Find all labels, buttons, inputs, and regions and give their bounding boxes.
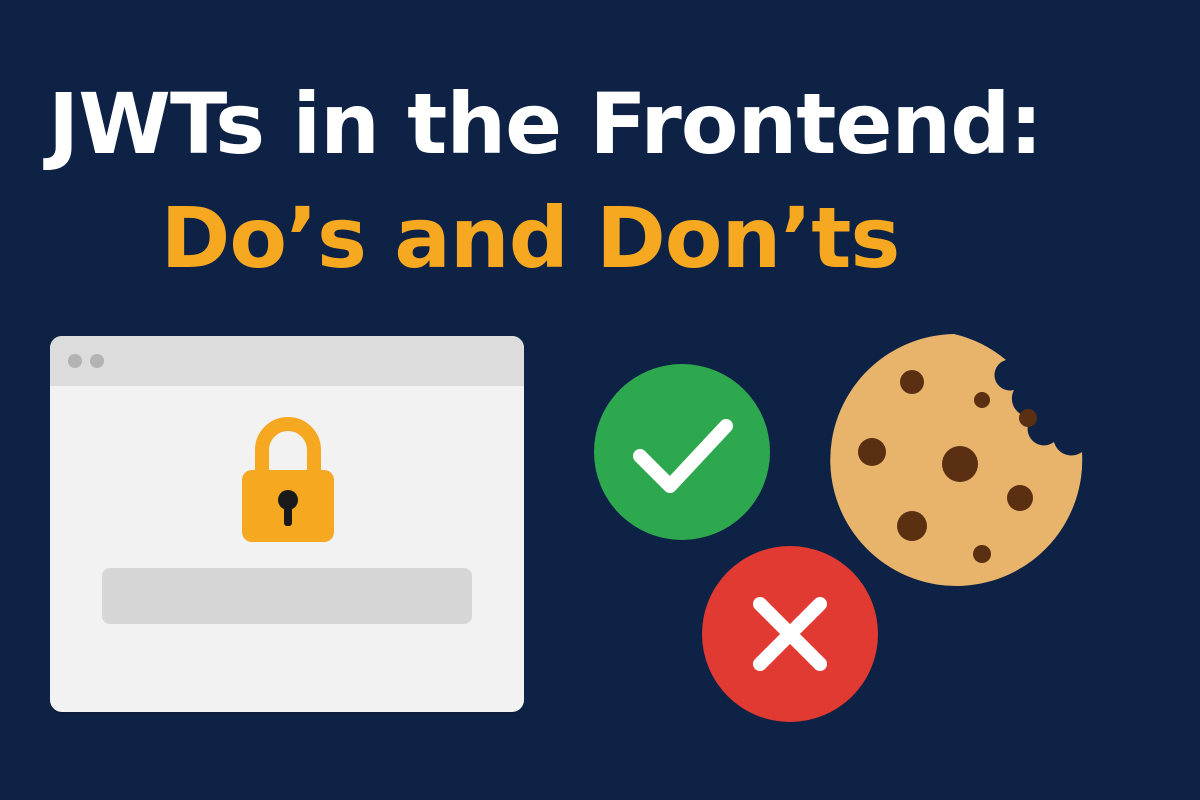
window-dot-icon: [68, 354, 82, 368]
cookie-chip: [974, 392, 990, 408]
cookie-chip: [973, 545, 991, 563]
browser-window-icon: [50, 336, 524, 712]
padlock-icon: [242, 417, 334, 542]
cookie-chip: [1007, 485, 1033, 511]
cookie-icon: [830, 334, 1083, 586]
hero-title-line-2: Do’s and Don’ts: [160, 189, 901, 287]
cookie-chip: [942, 446, 978, 482]
checkmark-icon: [594, 364, 770, 540]
cookie-chip: [1019, 409, 1037, 427]
window-dot-icon: [90, 354, 104, 368]
cookie-chip: [897, 511, 927, 541]
cookie-chip: [858, 438, 886, 466]
input-placeholder-bar: [102, 568, 472, 624]
hero-title-line-1: JWTs in the Frontend:: [48, 75, 1043, 173]
browser-title-bar: [50, 336, 524, 386]
cookie-chip: [900, 370, 924, 394]
